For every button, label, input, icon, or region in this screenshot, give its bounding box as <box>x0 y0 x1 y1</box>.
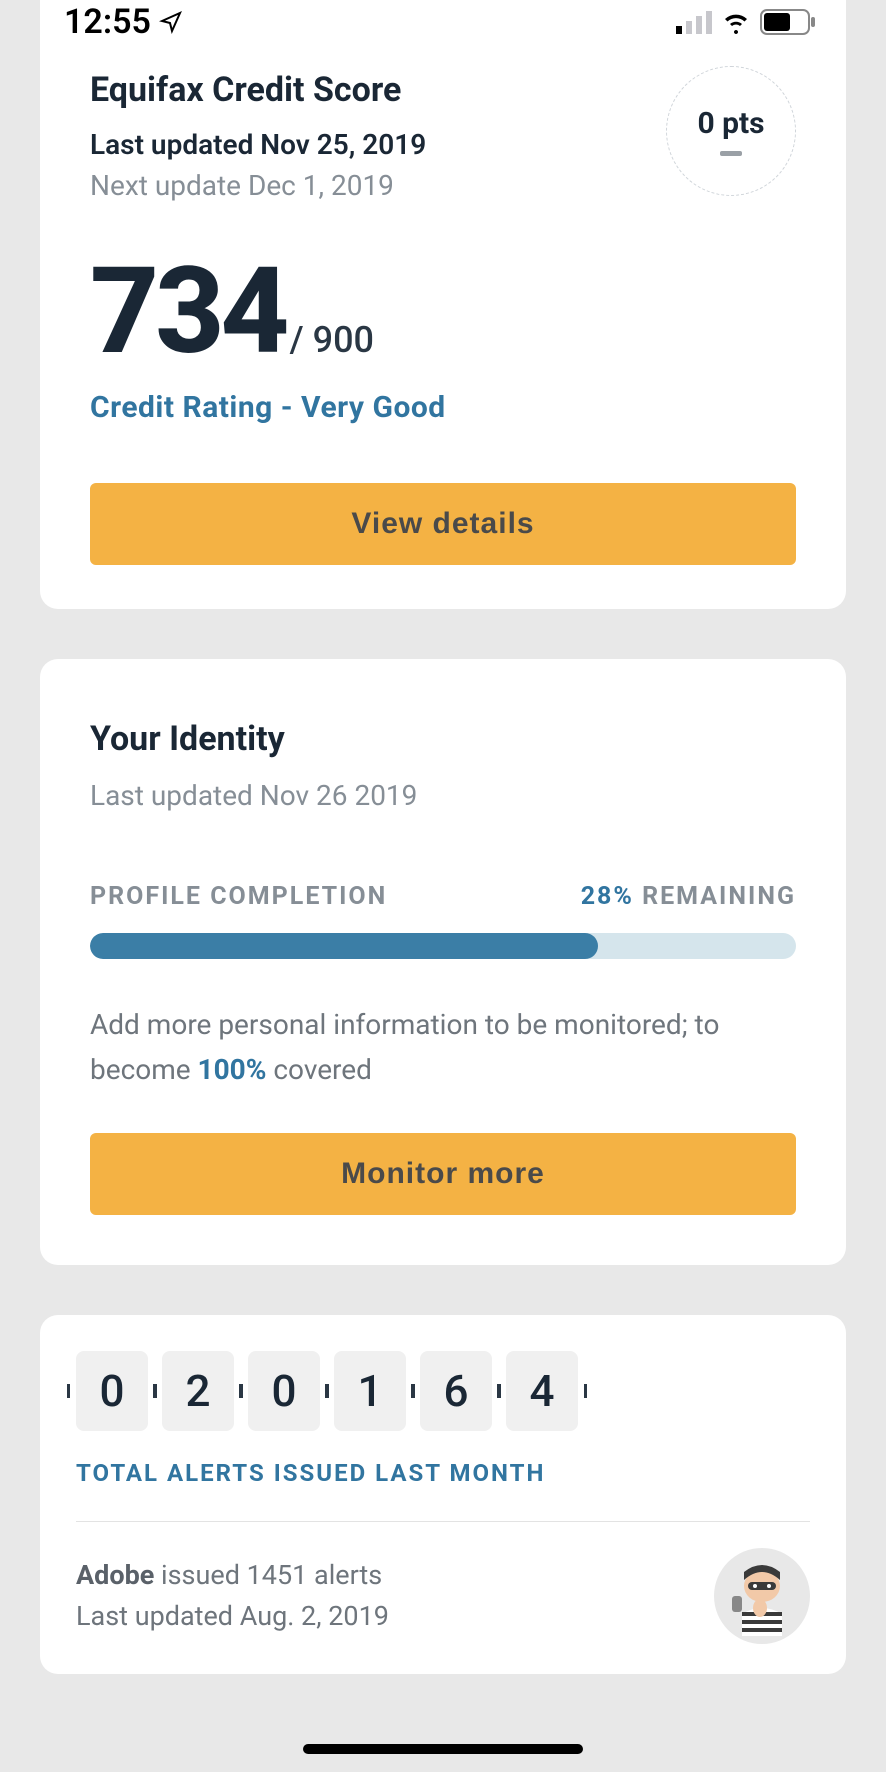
credit-score-value: 734 <box>90 252 286 372</box>
wifi-icon <box>720 10 752 34</box>
alert-detail-row[interactable]: Adobe issued 1451 alerts Last updated Au… <box>76 1548 810 1644</box>
credit-score-card: Equifax Credit Score Last updated Nov 25… <box>40 0 846 609</box>
status-time: 12:55 <box>64 2 151 42</box>
credit-score-last-updated: Last updated Nov 25, 2019 <box>90 128 426 161</box>
cellular-signal-icon <box>676 10 712 34</box>
home-indicator[interactable] <box>303 1744 583 1754</box>
remaining-word: REMAINING <box>634 882 796 911</box>
counter-digit: 1 <box>334 1351 406 1431</box>
remaining-percent: 28% <box>581 882 634 911</box>
points-change-value: 0 pts <box>697 106 764 141</box>
status-icons <box>676 9 816 35</box>
counter-digit: 2 <box>162 1351 234 1431</box>
profile-completion-description: Add more personal information to be moni… <box>90 1003 796 1093</box>
thief-avatar-icon <box>714 1548 810 1644</box>
alerts-counter: 0 2 0 1 6 4 <box>76 1351 810 1431</box>
alerts-label: TOTAL ALERTS ISSUED LAST MONTH <box>76 1459 810 1487</box>
desc-prefix: Add more personal information to be moni… <box>90 1008 719 1086</box>
profile-completion-remaining: 28% REMAINING <box>581 882 796 911</box>
counter-digit: 0 <box>76 1351 148 1431</box>
profile-completion-label: PROFILE COMPLETION <box>90 882 387 911</box>
credit-score-next-update: Next update Dec 1, 2019 <box>90 169 426 202</box>
identity-title: Your Identity <box>90 719 796 759</box>
profile-progress-fill <box>90 933 598 959</box>
credit-score-title: Equifax Credit Score <box>90 70 426 110</box>
desc-suffix: covered <box>266 1053 371 1086</box>
points-no-change-icon <box>720 151 742 156</box>
battery-icon <box>760 9 816 35</box>
identity-last-updated: Last updated Nov 26 2019 <box>90 779 796 812</box>
counter-digit: 0 <box>248 1351 320 1431</box>
profile-completion-row: PROFILE COMPLETION 28% REMAINING <box>90 882 796 911</box>
view-details-button[interactable]: View details <box>90 483 796 565</box>
credit-score-header: Equifax Credit Score Last updated Nov 25… <box>90 70 796 202</box>
alert-issued: issued 1451 alerts <box>154 1559 382 1591</box>
alert-updated: Last updated Aug. 2, 2019 <box>76 1600 389 1632</box>
location-icon <box>159 10 183 34</box>
points-change-badge: 0 pts <box>666 66 796 196</box>
score-row: 734 / 900 <box>90 252 796 372</box>
credit-score-heading-block: Equifax Credit Score Last updated Nov 25… <box>90 70 426 202</box>
status-bar: 12:55 <box>40 0 846 44</box>
monitor-more-button[interactable]: Monitor more <box>90 1133 796 1215</box>
credit-rating-label: Credit Rating - Very Good <box>90 390 796 425</box>
credit-score-max: / 900 <box>290 319 374 361</box>
alert-company: Adobe <box>76 1559 154 1591</box>
identity-card: Your Identity Last updated Nov 26 2019 P… <box>40 659 846 1265</box>
counter-digit: 6 <box>420 1351 492 1431</box>
alerts-card: 0 2 0 1 6 4 TOTAL ALERTS ISSUED LAST MON… <box>40 1315 846 1674</box>
counter-digit: 4 <box>506 1351 578 1431</box>
profile-progress-bar <box>90 933 796 959</box>
desc-percent: 100% <box>198 1053 267 1086</box>
alert-detail-text: Adobe issued 1451 alerts Last updated Au… <box>76 1555 389 1636</box>
divider <box>76 1521 810 1522</box>
status-time-area: 12:55 <box>64 2 183 42</box>
